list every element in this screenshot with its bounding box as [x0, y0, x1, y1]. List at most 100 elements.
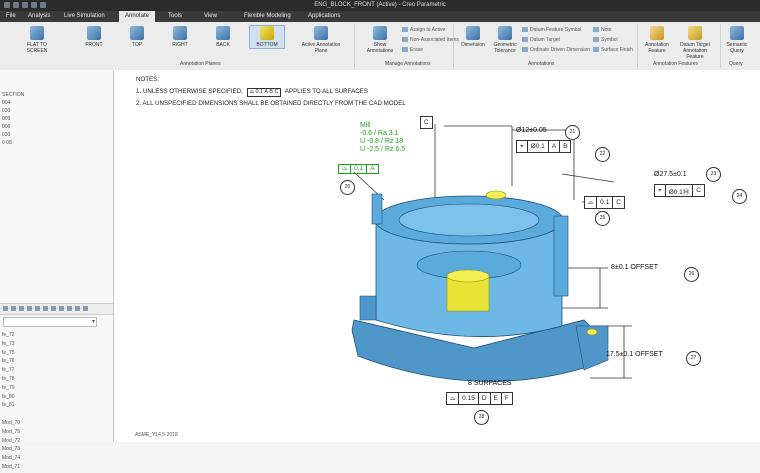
top-view-button[interactable]: TOP	[120, 26, 154, 48]
annotation-tag-27[interactable]: 27	[686, 351, 701, 366]
datum-c-symbol[interactable]: C	[420, 116, 433, 129]
semantic-query-icon	[730, 26, 744, 40]
datum-feature-symbol-button[interactable]: Datum Feature Symbol	[522, 27, 581, 33]
ribbon-separator	[720, 24, 721, 68]
tab-applications[interactable]: Applications	[308, 13, 340, 19]
assign-icon	[402, 27, 408, 33]
diameter-12-dimension[interactable]: Ø12±0.05	[516, 127, 547, 134]
tree-item[interactable]: 006	[0, 124, 113, 132]
datum-target-annotation-feature-button[interactable]: Datum Target Annotation Feature	[674, 26, 716, 60]
position-fcf-dia27[interactable]: ⌖ Ø0.1Ⓜ C	[654, 184, 705, 197]
annotation-feature-icon	[650, 26, 664, 40]
show-annotations-button[interactable]: Show Annotations	[360, 26, 400, 54]
list-item[interactable]: fe_81	[0, 402, 113, 411]
list-item[interactable]: fe_76	[0, 358, 113, 367]
tab-file[interactable]: File	[6, 13, 16, 19]
surface-finish-callout[interactable]: Mill -0.6 / Ra 3.1 U -0.8 / Rz 18 U -2.5…	[360, 122, 405, 154]
green-profile-fcf[interactable]: ⌓ 0.1 A	[338, 164, 379, 174]
profile-fcf-8-surfaces[interactable]: ⌓ 0.15 D E F	[446, 392, 513, 405]
tab-flexible-modeling[interactable]: Flexible Modeling	[244, 13, 291, 19]
bottom-view-icon	[260, 26, 274, 40]
surface-finish-icon	[593, 47, 599, 53]
tree-item[interactable]: 030	[0, 108, 113, 116]
assign-to-active-button[interactable]: Assign to Active	[402, 27, 445, 33]
list-item[interactable]: Mod_71	[0, 464, 113, 473]
list-item[interactable]	[0, 411, 113, 420]
part-model[interactable]	[114, 70, 760, 442]
top-view-icon	[130, 26, 144, 40]
list-item[interactable]: fe_72	[0, 332, 113, 341]
right-view-icon	[173, 26, 187, 40]
tree-item[interactable]: 0 08	[0, 140, 113, 148]
annotation-tag-22[interactable]: 22	[595, 147, 610, 162]
graphics-viewport[interactable]: NOTES: 1. UNLESS OTHERWISE SPECIFIED, ⌓ …	[114, 70, 760, 442]
active-annotation-plane-button[interactable]: Active Annotation Plane	[298, 26, 344, 54]
list-item[interactable]: fe_79	[0, 385, 113, 394]
ordinate-icon	[522, 47, 528, 53]
list-item[interactable]: Mod_75	[0, 429, 113, 438]
offset-8-dimension[interactable]: 8±0.1 OFFSET	[611, 264, 658, 271]
symbol-icon	[593, 37, 599, 43]
ribbon-tabs: File Analysis Live Simulation Annotate T…	[0, 11, 760, 22]
bottom-view-button[interactable]: BOTTOM	[249, 25, 285, 49]
model-tree: SECTION 004 030 009 006 030 0 08	[0, 92, 113, 148]
panel-toolbar[interactable]	[0, 303, 113, 315]
datum-target-icon	[522, 37, 528, 43]
tab-tools[interactable]: Tools	[168, 13, 182, 19]
list-item[interactable]: Mod_74	[0, 455, 113, 464]
group-label-annotation-planes: Annotation Planes	[180, 61, 221, 67]
ribbon-separator	[453, 24, 454, 68]
note-icon	[593, 27, 599, 33]
annotation-tag-25[interactable]: 25	[595, 211, 610, 226]
annotation-tag-21[interactable]: 21	[565, 125, 580, 140]
list-item[interactable]: Mod_73	[0, 446, 113, 455]
annotation-list: fe_72 fe_73 fe_75 fe_76 fe_77 fe_78 fe_7…	[0, 332, 113, 473]
annotation-feature-button[interactable]: Annotation Feature	[640, 26, 674, 54]
tab-analysis[interactable]: Analysis	[28, 13, 50, 19]
symbol-button[interactable]: Symbol	[593, 37, 618, 43]
annotation-plane-icon	[314, 26, 328, 40]
erase-button[interactable]: Erase	[402, 47, 423, 53]
diameter-27-dimension[interactable]: Ø27.5±0.1	[654, 171, 687, 178]
non-associated-items-button[interactable]: Non-Associated Items	[402, 37, 459, 43]
front-view-button[interactable]: FRONT	[77, 26, 111, 48]
flat-to-screen-button[interactable]: FLAT TO SCREEN	[20, 26, 54, 54]
tab-live-simulation[interactable]: Live Simulation	[64, 13, 105, 19]
list-item[interactable]: fe_73	[0, 341, 113, 350]
profile-fcf-surface[interactable]: ⌓ 0.1 C	[584, 196, 625, 209]
list-item[interactable]: Mod_70	[0, 420, 113, 429]
surface-finish-button[interactable]: Surface Finish	[593, 47, 633, 53]
ordinate-driven-dimension-button[interactable]: Ordinate Driven Dimension	[522, 47, 590, 53]
annotation-tag-20[interactable]: 20	[340, 180, 355, 195]
position-fcf-dia12[interactable]: ⌖ Ø0.1 A B	[516, 140, 572, 153]
eight-surfaces-label[interactable]: 8 SURFACES	[468, 380, 512, 387]
offset-17-5-dimension[interactable]: 17.5±0.1 OFFSET	[606, 351, 663, 358]
annotation-tag-26[interactable]: 26	[684, 267, 699, 282]
filter-dropdown[interactable]	[3, 317, 97, 327]
list-item[interactable]: fe_80	[0, 394, 113, 403]
tree-item[interactable]: 004	[0, 100, 113, 108]
datum-target-button[interactable]: Datum Target	[522, 37, 560, 43]
back-view-icon	[216, 26, 230, 40]
back-view-button[interactable]: BACK	[206, 26, 240, 48]
list-item[interactable]: fe_77	[0, 367, 113, 376]
right-view-button[interactable]: RIGHT	[163, 26, 197, 48]
tree-item[interactable]: SECTION	[0, 92, 113, 100]
annotation-tag-28[interactable]: 28	[474, 410, 489, 425]
title-bar: ENG_BLOCK_FRONT (Active) - Creo Parametr…	[0, 0, 760, 11]
list-item[interactable]: fe_75	[0, 350, 113, 359]
tab-annotate[interactable]: Annotate	[119, 11, 156, 22]
tab-view[interactable]: View	[204, 13, 217, 19]
annotation-tag-24[interactable]: 24	[732, 189, 747, 204]
erase-icon	[402, 47, 408, 53]
tree-item[interactable]: 030	[0, 132, 113, 140]
front-view-icon	[87, 26, 101, 40]
geometric-tolerance-button[interactable]: Geometric Tolerance	[488, 26, 522, 54]
dimension-button[interactable]: Dimension	[456, 26, 490, 48]
semantic-query-button[interactable]: Semantic Query	[722, 26, 752, 54]
ribbon-separator	[354, 24, 355, 68]
list-item[interactable]: fe_78	[0, 376, 113, 385]
note-button[interactable]: Note	[593, 27, 612, 33]
annotation-tag-23[interactable]: 23	[706, 167, 721, 182]
tree-item[interactable]: 009	[0, 116, 113, 124]
